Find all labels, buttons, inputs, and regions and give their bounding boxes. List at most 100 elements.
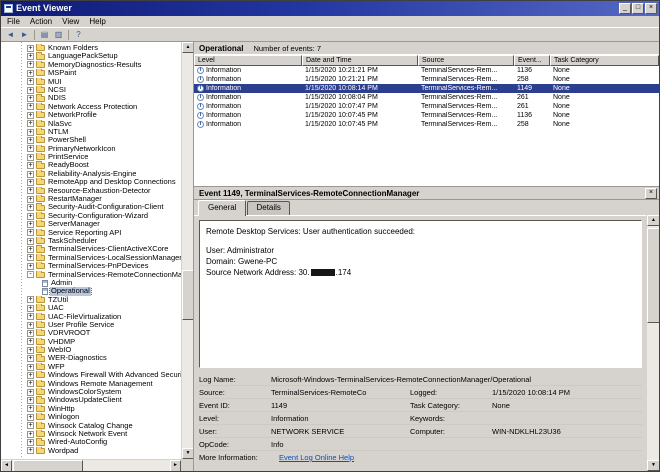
menu-action[interactable]: Action (25, 16, 57, 27)
menu-file[interactable]: File (2, 16, 25, 27)
expand-icon[interactable]: + (27, 103, 34, 110)
expand-icon[interactable]: + (27, 330, 34, 337)
expand-icon[interactable]: + (27, 187, 34, 194)
tree-item[interactable]: +Wordpad (27, 447, 181, 455)
expand-icon[interactable]: + (27, 53, 34, 60)
expand-icon[interactable]: + (27, 137, 34, 144)
expand-icon[interactable]: + (27, 45, 34, 52)
scroll-up-icon[interactable]: ▲ (647, 215, 660, 226)
expand-icon[interactable]: + (27, 296, 34, 303)
scroll-down-icon[interactable]: ▼ (647, 460, 660, 471)
tree-item[interactable]: +MUI (27, 78, 181, 86)
expand-icon[interactable]: + (27, 355, 34, 362)
tree-item[interactable]: +VDRVROOT (27, 329, 181, 337)
scroll-down-icon[interactable]: ▼ (182, 448, 194, 459)
tree-item[interactable]: +PowerShell (27, 136, 181, 144)
column-header-source[interactable]: Source (418, 55, 514, 66)
expand-icon[interactable]: + (27, 204, 34, 211)
expand-icon[interactable]: + (27, 347, 34, 354)
tree-item[interactable]: +UAC-FileVirtualization (27, 313, 181, 321)
expand-icon[interactable]: + (27, 171, 34, 178)
expand-icon[interactable]: + (27, 246, 34, 253)
tree-item[interactable]: +WindowsUpdateClient (27, 396, 181, 404)
tree-item[interactable]: +WindowsColorSystem (27, 388, 181, 396)
expand-icon[interactable]: + (27, 389, 34, 396)
tree-horizontal-scrollbar[interactable]: ◄ ► (1, 459, 181, 471)
tree-item[interactable]: +ReadyBoost (27, 161, 181, 169)
tree-item[interactable]: +Service Reporting API (27, 229, 181, 237)
tree-item[interactable]: +Security-Configuration-Wizard (27, 212, 181, 220)
tree-item[interactable]: +Security-Audit-Configuration-Client (27, 203, 181, 211)
tree-item[interactable]: +ServerManager (27, 220, 181, 228)
details-vertical-scrollbar[interactable]: ▲ ▼ (646, 215, 659, 471)
tree-item[interactable]: +MSPaint (27, 69, 181, 77)
expand-icon[interactable]: + (27, 213, 34, 220)
tree-item[interactable]: +NDIS (27, 94, 181, 102)
expand-icon[interactable]: + (27, 238, 34, 245)
tree-item[interactable]: +PrintService (27, 153, 181, 161)
expand-icon[interactable]: + (27, 145, 34, 152)
collapse-icon[interactable]: - (27, 271, 34, 278)
menu-view[interactable]: View (57, 16, 84, 27)
event-row[interactable]: iInformation1/15/2020 10:07:47 PMTermina… (194, 102, 659, 111)
tree-item[interactable]: +NetworkProfile (27, 111, 181, 119)
details-scroll-thumb[interactable] (647, 228, 660, 323)
expand-icon[interactable]: + (27, 405, 34, 412)
event-row[interactable]: iInformation1/15/2020 10:08:14 PMTermina… (194, 84, 659, 93)
tree-item[interactable]: +WebIO (27, 346, 181, 354)
expand-icon[interactable]: + (27, 322, 34, 329)
expand-icon[interactable]: + (27, 162, 34, 169)
expand-icon[interactable]: + (27, 120, 34, 127)
expand-icon[interactable]: + (27, 129, 34, 136)
expand-icon[interactable]: + (27, 431, 34, 438)
event-log-online-help-link[interactable]: Event Log Online Help (279, 453, 642, 462)
tree-item[interactable]: +WFP (27, 363, 181, 371)
scroll-left-icon[interactable]: ◄ (1, 460, 12, 471)
expand-icon[interactable]: + (27, 397, 34, 404)
expand-icon[interactable]: + (27, 61, 34, 68)
expand-icon[interactable]: + (27, 305, 34, 312)
event-row[interactable]: iInformation1/15/2020 10:21:21 PMTermina… (194, 75, 659, 84)
expand-icon[interactable]: + (27, 380, 34, 387)
expand-icon[interactable]: + (27, 78, 34, 85)
scroll-up-icon[interactable]: ▲ (182, 42, 194, 53)
event-row[interactable]: iInformation1/15/2020 10:07:45 PMTermina… (194, 120, 659, 129)
maximize-button[interactable]: □ (632, 3, 644, 14)
event-row[interactable]: iInformation1/15/2020 10:08:04 PMTermina… (194, 93, 659, 102)
expand-icon[interactable]: + (27, 154, 34, 161)
expand-icon[interactable]: + (27, 70, 34, 77)
tree-item[interactable]: +Known Folders (27, 44, 181, 52)
tree-hscroll-thumb[interactable] (13, 460, 83, 471)
expand-icon[interactable]: + (27, 254, 34, 261)
expand-icon[interactable]: + (27, 179, 34, 186)
column-header-level[interactable]: Level (194, 55, 302, 66)
tree-item[interactable]: +TerminalServices-PnPDevices (27, 262, 181, 270)
details-scroll-track[interactable] (647, 226, 659, 460)
tree-scroll-track[interactable] (182, 53, 193, 448)
tree-item[interactable]: +NTLM (27, 128, 181, 136)
expand-icon[interactable]: + (27, 338, 34, 345)
tree-item[interactable]: +Winsock Catalog Change (27, 422, 181, 430)
properties-icon[interactable]: ▥ (52, 29, 65, 41)
expand-icon[interactable]: + (27, 372, 34, 379)
tree-item[interactable]: +MemoryDiagnostics-Results (27, 61, 181, 69)
tree-item[interactable]: +TZUtil (27, 296, 181, 304)
expand-icon[interactable]: + (27, 95, 34, 102)
tree-item[interactable]: +Winsock Network Event (27, 430, 181, 438)
close-button[interactable]: × (645, 3, 657, 14)
tab-details[interactable]: Details (247, 201, 289, 215)
tree-item[interactable]: +PrimaryNetworkIcon (27, 145, 181, 153)
title-bar[interactable]: Event Viewer _ □ × (1, 1, 659, 16)
tree-item[interactable]: +Wired-AutoConfig (27, 438, 181, 446)
menu-help[interactable]: Help (84, 16, 110, 27)
expand-icon[interactable]: + (27, 414, 34, 421)
tree-item[interactable]: -TerminalServices-RemoteConnectionManage… (27, 271, 181, 279)
tree-item[interactable]: +RemoteApp and Desktop Connections (27, 178, 181, 186)
tree-item[interactable]: +User Profile Service (27, 321, 181, 329)
tree-item[interactable]: +Windows Remote Management (27, 380, 181, 388)
tree-item[interactable]: +UAC (27, 304, 181, 312)
help-icon[interactable]: ? (72, 29, 85, 41)
tab-general[interactable]: General (198, 200, 246, 216)
show-console-tree-icon[interactable]: ▤ (38, 29, 51, 41)
minimize-button[interactable]: _ (619, 3, 631, 14)
